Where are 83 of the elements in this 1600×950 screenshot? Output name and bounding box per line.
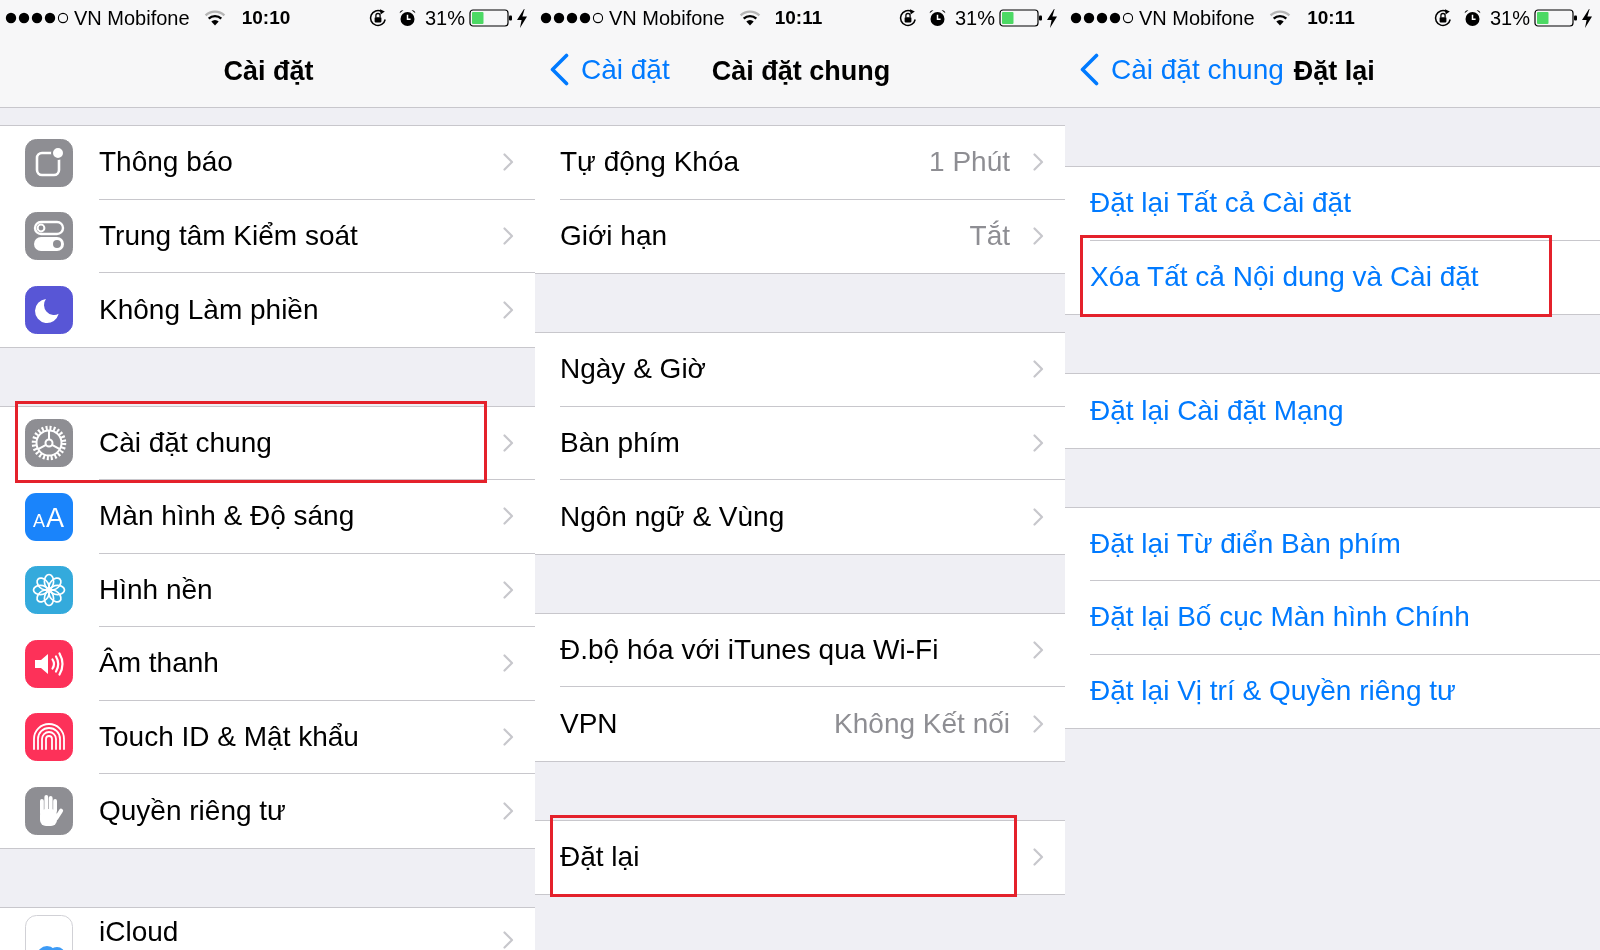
row-value: 1 Phút (929, 145, 1010, 180)
wifi-icon (203, 10, 226, 26)
chevron-icon (1033, 507, 1044, 526)
chevron-icon (1033, 640, 1044, 659)
settings-row[interactable]: AA Màn hình & Độ sáng (0, 480, 535, 554)
chevron-icon (503, 153, 514, 172)
chevron-icon (503, 580, 514, 599)
alarm-clock-icon (398, 9, 416, 27)
rotation-lock-icon (1432, 8, 1453, 28)
action-row[interactable]: Đặt lại Bố cục Màn hình Chính (1065, 581, 1600, 655)
settings-row[interactable]: Quyền riêng tư (0, 774, 535, 848)
back-button[interactable]: Cài đặt chung (1079, 53, 1284, 86)
action-row[interactable]: Đặt lại Cài đặt Mạng (1065, 374, 1600, 448)
settings-row[interactable]: Thông báo (0, 126, 535, 200)
alarm-clock-icon (1463, 9, 1481, 27)
carrier-name: VN Mobifone (1139, 6, 1255, 30)
nav-title: Đặt lại (1293, 56, 1375, 87)
rotation-lock-icon (367, 8, 388, 28)
battery-icon (999, 8, 1043, 28)
chevron-icon (503, 507, 514, 526)
settings-row[interactable]: Giới hạn Tắt (535, 199, 1065, 273)
nav-title: Cài đặt (223, 56, 314, 87)
hand-icon (25, 786, 73, 835)
toggle-switches-icon (25, 212, 73, 261)
chevron-icon (1033, 153, 1044, 172)
action-row[interactable]: Đặt lại Từ điển Bàn phím (1065, 507, 1600, 581)
moon-icon (25, 285, 73, 334)
settings-row[interactable]: Không Làm phiền (0, 273, 535, 347)
flower-icon (25, 566, 73, 615)
wifi-icon (1268, 10, 1291, 26)
charging-bolt-icon (517, 8, 527, 28)
notification-icon (25, 138, 73, 187)
settings-row[interactable]: Trung tâm Kiểm soát (0, 199, 535, 273)
action-row[interactable]: Đặt lại Tất cả Cài đặt (1065, 167, 1600, 241)
chevron-icon (503, 727, 514, 746)
speaker-icon (25, 639, 73, 688)
chevron-icon (503, 226, 514, 245)
settings-row[interactable]: Âm thanh (0, 627, 535, 701)
settings-row[interactable]: Ngôn ngữ & Vùng (535, 480, 1065, 554)
status-time: 10:10 (241, 7, 291, 29)
carrier-name: VN Mobifone (609, 6, 725, 30)
text-size-icon: AA (25, 492, 73, 541)
charging-bolt-icon (1582, 8, 1592, 28)
settings-row[interactable]: iCloud (0, 907, 535, 950)
chevron-icon (1033, 360, 1044, 379)
row-value: Không Kết nối (834, 706, 1010, 741)
settings-row[interactable]: Hình nền (0, 553, 535, 627)
fingerprint-icon (25, 713, 73, 762)
rotation-lock-icon (897, 8, 918, 28)
action-row[interactable]: Xóa Tất cả Nội dung và Cài đặt (1065, 240, 1600, 314)
chevron-icon (503, 801, 514, 820)
status-time: 10:11 (774, 7, 823, 29)
row-value: Tắt (969, 219, 1010, 254)
back-chevron-icon (1079, 53, 1099, 86)
chevron-icon (1033, 433, 1044, 452)
carrier-name: VN Mobifone (74, 6, 190, 30)
chevron-icon (1033, 714, 1044, 733)
chevron-icon (503, 433, 514, 452)
battery-percentage: 31% (1489, 6, 1530, 30)
back-button[interactable]: Cài đặt (549, 53, 670, 86)
settings-row[interactable]: VPN Không Kết nối (535, 687, 1065, 761)
nav-title: Cài đặt chung (711, 56, 891, 87)
battery-percentage: 31% (424, 6, 465, 30)
chevron-icon (1033, 227, 1044, 246)
settings-row[interactable]: Đặt lại (535, 820, 1065, 894)
back-chevron-icon (549, 53, 569, 86)
wifi-icon (738, 10, 761, 26)
settings-row[interactable]: Cài đặt chung (0, 406, 535, 480)
battery-icon (469, 8, 513, 28)
signal-strength-icon (5, 12, 69, 24)
battery-percentage: 31% (954, 6, 995, 30)
status-time: 10:11 (1307, 7, 1355, 29)
signal-strength-icon (540, 12, 604, 24)
chevron-icon (503, 300, 514, 319)
battery-icon (1534, 8, 1578, 28)
alarm-clock-icon (928, 9, 946, 27)
charging-bolt-icon (1047, 8, 1057, 28)
gear-icon (25, 419, 73, 468)
chevron-icon (503, 654, 514, 673)
settings-row[interactable]: Touch ID & Mật khẩu (0, 700, 535, 774)
action-row[interactable]: Đặt lại Vị trí & Quyền riêng tư (1065, 654, 1600, 728)
signal-strength-icon (1070, 12, 1134, 24)
chevron-icon (1033, 848, 1044, 867)
